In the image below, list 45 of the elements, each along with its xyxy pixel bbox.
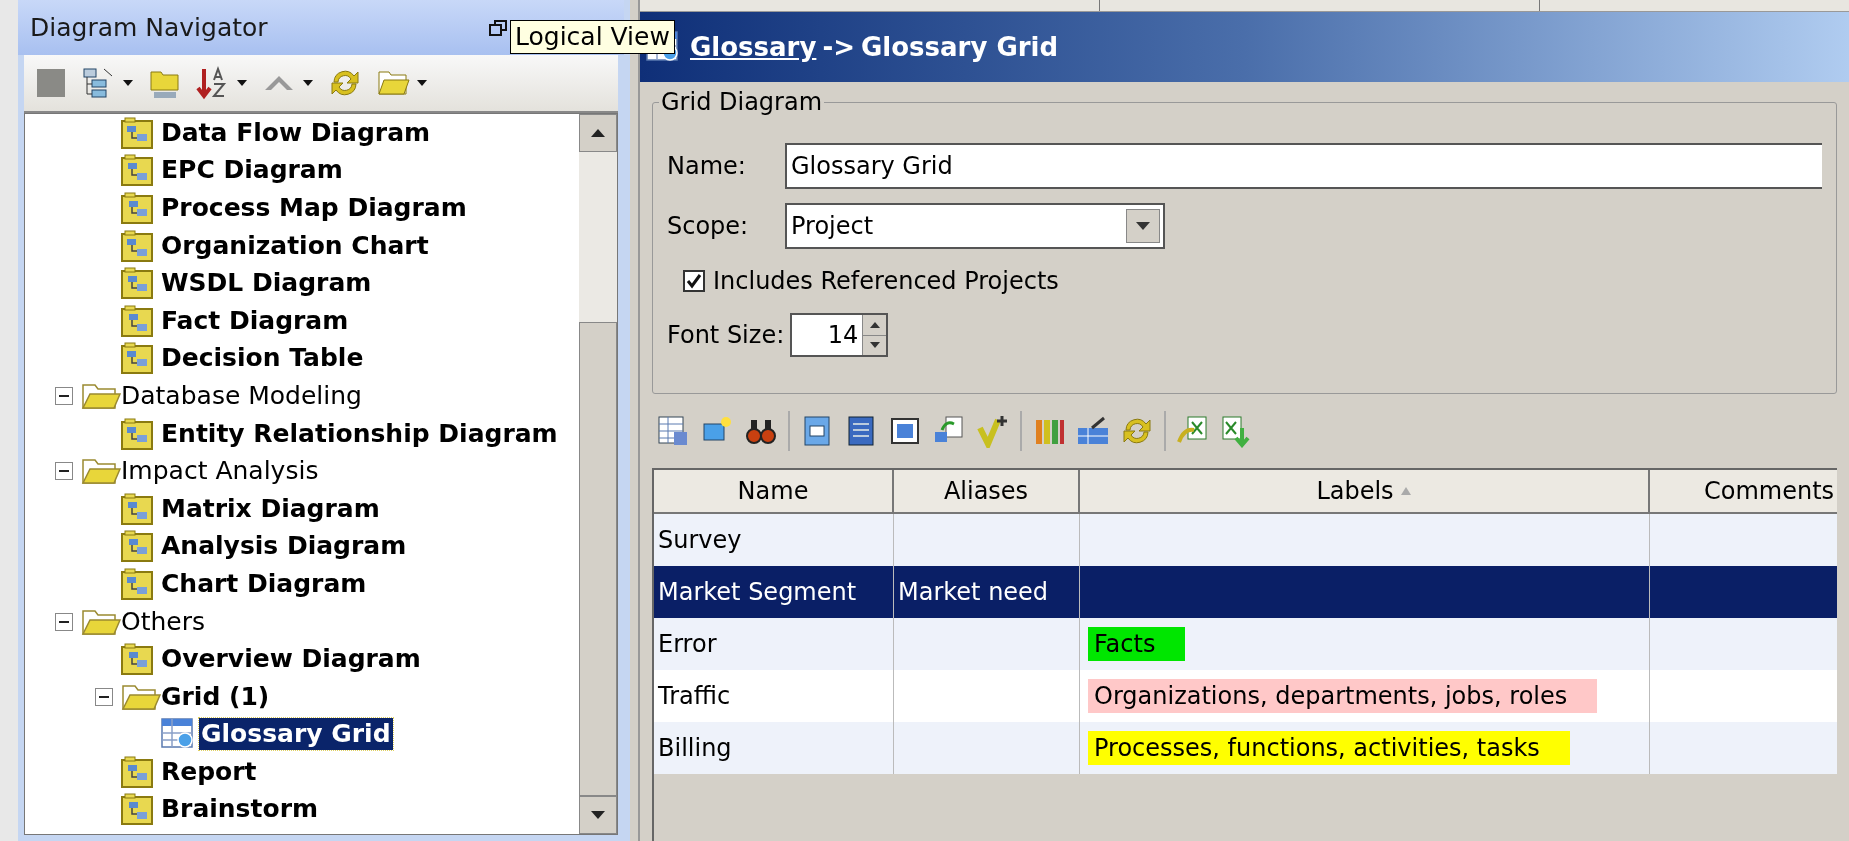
tree-item[interactable]: Data Flow Diagram	[159, 116, 433, 149]
label-tag: Processes, functions, activities, tasks	[1088, 731, 1570, 765]
breadcrumb-current: Glossary Grid	[860, 30, 1059, 64]
name-field[interactable]: Glossary Grid	[785, 143, 1822, 189]
tree-item[interactable]: Others	[119, 605, 207, 638]
column-header[interactable]: Labels	[1080, 470, 1650, 514]
tree-item[interactable]: Report	[159, 755, 259, 788]
tree-item[interactable]: Matrix Diagram	[159, 492, 382, 525]
checkbox-label: Includes Referenced Projects	[713, 266, 1059, 297]
field-label: Name:	[667, 151, 747, 182]
tree-item[interactable]: Organization Chart	[159, 229, 431, 262]
table-cell-text: Market need	[898, 577, 1049, 608]
tree-item[interactable]: Grid (1)	[159, 680, 272, 713]
table-row[interactable]: Error Facts	[654, 618, 1837, 670]
table-cell: Billing	[654, 722, 894, 774]
tree-item[interactable]: EPC Diagram	[159, 154, 345, 187]
scope-dropdown[interactable]: Project	[785, 203, 1165, 249]
field-label: Scope:	[667, 211, 750, 242]
tree-item[interactable]: Database Modeling	[119, 379, 364, 412]
label-tag: Organizations, departments, jobs, roles	[1088, 679, 1598, 713]
font-size-spinner[interactable]: 14	[790, 313, 889, 357]
tooltip: Logical View	[510, 20, 675, 54]
column-header[interactable]: Aliases	[894, 470, 1080, 514]
table-row[interactable]: Market Segment Market need	[654, 566, 1837, 618]
tree-item[interactable]: Glossary Grid	[199, 718, 393, 751]
table-row[interactable]: Traffic Organizations, departments, jobs, roles	[654, 670, 1837, 722]
tree-item[interactable]: Chart Diagram	[159, 567, 369, 600]
tree-item[interactable]: Impact Analysis	[119, 455, 321, 488]
breadcrumb-link[interactable]: Glossary	[690, 27, 817, 67]
column-header[interactable]: Comments	[1650, 470, 1837, 514]
panel-title: Diagram Navigator	[30, 11, 268, 44]
field-label: Font Size:	[667, 320, 785, 351]
tree-item[interactable]: Fact Diagram	[159, 304, 351, 337]
breadcrumb-separator: ->	[822, 30, 855, 64]
table-row[interactable]: Survey	[654, 514, 1837, 566]
table-row[interactable]: Billing Processes, functions, activities, tasks	[654, 722, 1837, 774]
label-tag: Facts	[1088, 627, 1186, 661]
tree-item[interactable]: Entity Relationship Diagram	[159, 417, 560, 450]
tree-item[interactable]: Brainstorm	[159, 793, 320, 826]
tree-item[interactable]: Analysis Diagram	[159, 530, 409, 563]
tree-item[interactable]: Overview Diagram	[159, 643, 423, 676]
column-header[interactable]: Name	[654, 470, 894, 514]
tree-item[interactable]: Decision Table	[159, 342, 366, 375]
tree-item[interactable]: WSDL Diagram	[159, 267, 374, 300]
tree-item[interactable]: Process Map Diagram	[159, 192, 469, 224]
